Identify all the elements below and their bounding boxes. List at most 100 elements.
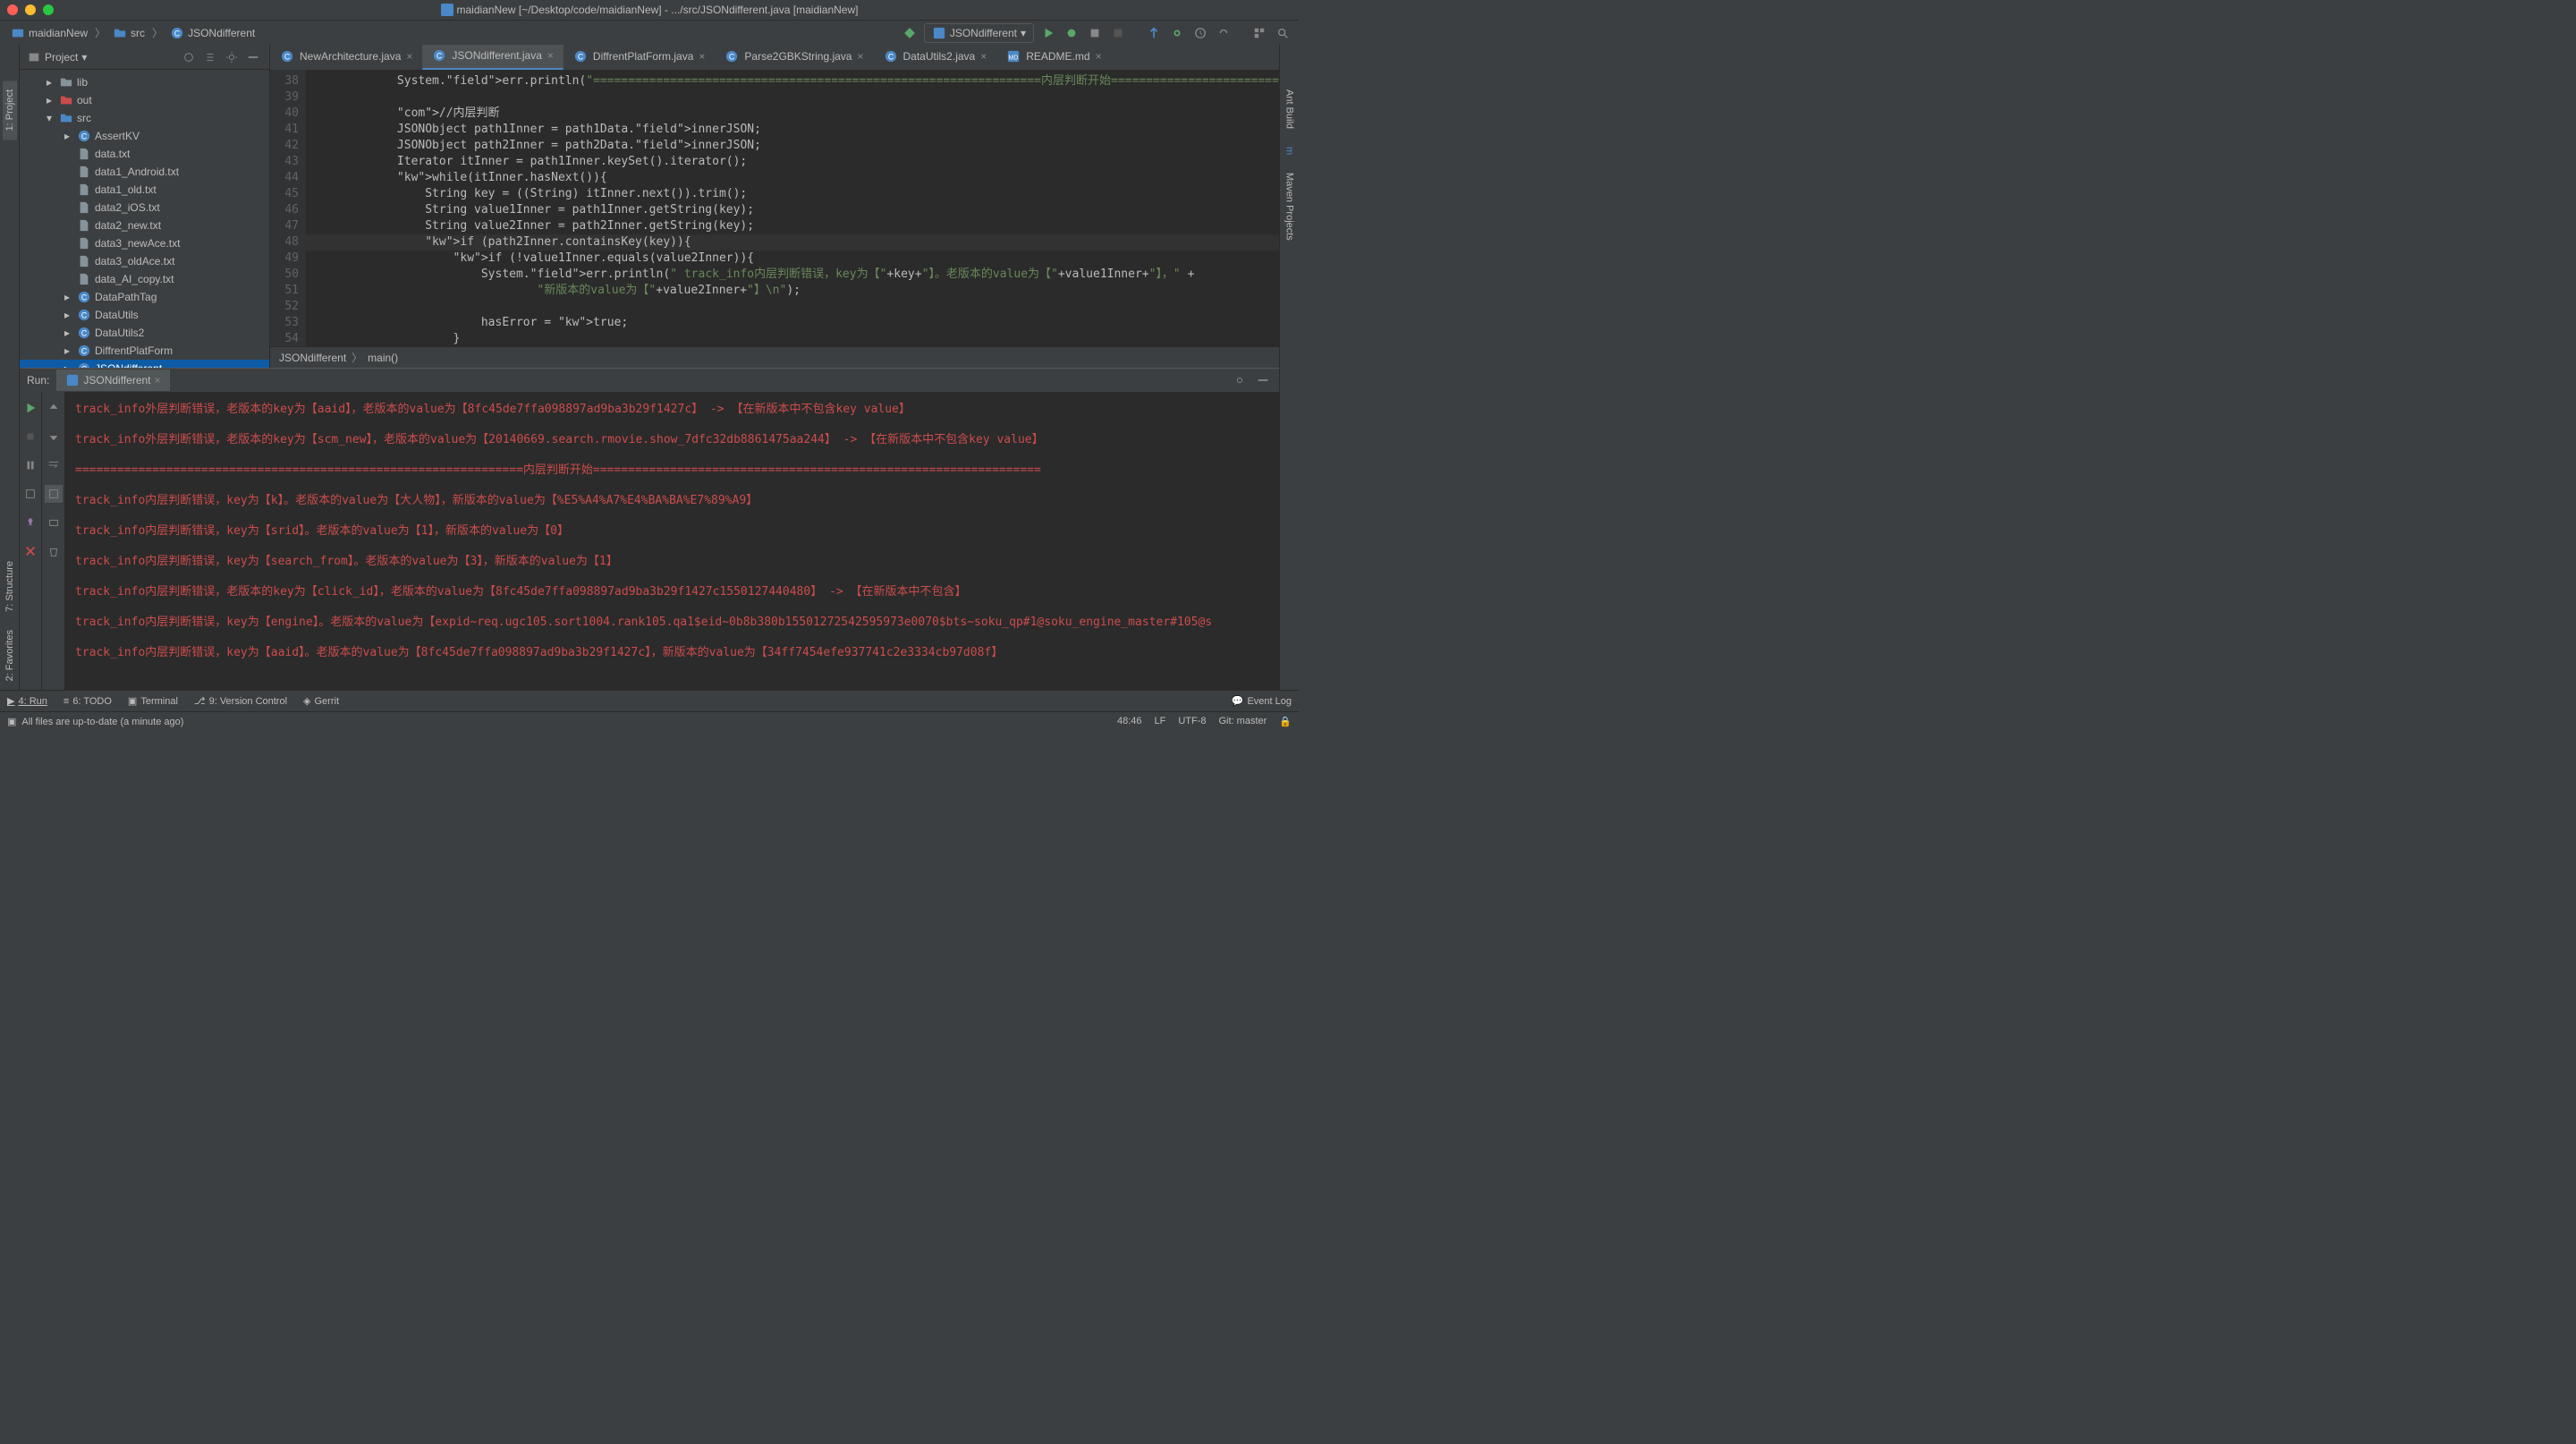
search-icon[interactable] bbox=[1274, 24, 1292, 42]
run-config-selector[interactable]: JSONdifferent ▾ bbox=[924, 23, 1034, 43]
svg-text:C: C bbox=[284, 53, 290, 62]
tree-item-lib[interactable]: ▸lib bbox=[20, 73, 269, 91]
maven-tool-tab[interactable]: m bbox=[1283, 138, 1297, 164]
maximize-window[interactable] bbox=[43, 4, 54, 15]
close-icon[interactable]: × bbox=[155, 374, 161, 386]
file-icon bbox=[77, 218, 91, 233]
down-icon[interactable] bbox=[45, 428, 63, 446]
build-icon[interactable] bbox=[901, 24, 919, 42]
breadcrumb-file[interactable]: C JSONdifferent bbox=[166, 24, 258, 42]
close-icon[interactable] bbox=[21, 542, 39, 560]
module-icon bbox=[11, 26, 25, 40]
close-icon[interactable]: × bbox=[1096, 50, 1102, 63]
tree-item-datautils[interactable]: ▸CDataUtils bbox=[20, 306, 269, 324]
code-editor[interactable]: System."field">err.println("============… bbox=[306, 70, 1279, 346]
breadcrumb-folder[interactable]: src bbox=[109, 24, 148, 42]
tree-item-data-ai-copy-txt[interactable]: data_AI_copy.txt bbox=[20, 270, 269, 288]
rerun-icon[interactable] bbox=[21, 399, 39, 417]
run-tab-bottom[interactable]: ▶4: Run bbox=[7, 695, 47, 707]
lock-icon[interactable]: 🔒 bbox=[1279, 716, 1292, 727]
vcs-commit-icon[interactable] bbox=[1168, 24, 1186, 42]
editor-tab-parse2gbkstring-java[interactable]: CParse2GBKString.java× bbox=[715, 45, 873, 70]
collapse-all-icon[interactable] bbox=[201, 48, 219, 66]
scroll-icon[interactable] bbox=[45, 485, 63, 503]
vcs-update-icon[interactable] bbox=[1145, 24, 1163, 42]
vcs-revert-icon[interactable] bbox=[1215, 24, 1233, 42]
gear-icon[interactable] bbox=[1231, 371, 1249, 389]
class-icon: C bbox=[170, 26, 184, 40]
chevron-down-icon: ▾ bbox=[1021, 27, 1026, 39]
gear-icon[interactable] bbox=[223, 48, 241, 66]
tree-item-data2-ios-txt[interactable]: data2_iOS.txt bbox=[20, 199, 269, 217]
run-tab[interactable]: JSONdifferent × bbox=[56, 369, 169, 391]
stop-button[interactable] bbox=[1109, 24, 1127, 42]
tree-item-data1-android-txt[interactable]: data1_Android.txt bbox=[20, 163, 269, 181]
hide-icon[interactable] bbox=[244, 48, 262, 66]
tree-item-data3-newace-txt[interactable]: data3_newAce.txt bbox=[20, 234, 269, 252]
close-icon[interactable]: × bbox=[857, 50, 863, 63]
scroll-from-source-icon[interactable] bbox=[180, 48, 198, 66]
coverage-button[interactable] bbox=[1086, 24, 1104, 42]
line-separator[interactable]: LF bbox=[1154, 716, 1165, 727]
close-icon[interactable]: × bbox=[406, 50, 412, 63]
minimize-window[interactable] bbox=[25, 4, 36, 15]
close-icon[interactable]: × bbox=[547, 49, 554, 62]
git-branch[interactable]: Git: master bbox=[1219, 716, 1267, 727]
breadcrumb-class[interactable]: JSONdifferent bbox=[279, 352, 346, 364]
editor-tab-readme-md[interactable]: MDREADME.md× bbox=[996, 45, 1111, 70]
trash-icon[interactable] bbox=[45, 542, 63, 560]
event-log-tab[interactable]: 💬Event Log bbox=[1232, 695, 1292, 707]
project-tool-tab[interactable]: 1: Project bbox=[3, 81, 17, 140]
folder-out-icon bbox=[59, 93, 73, 107]
maven-tool-tab-label[interactable]: Maven Projects bbox=[1283, 164, 1297, 250]
close-icon[interactable]: × bbox=[699, 50, 705, 63]
wrap-icon[interactable] bbox=[45, 456, 63, 474]
vcs-tab[interactable]: ⎇9: Version Control bbox=[194, 695, 287, 707]
favorites-tool-tab[interactable]: 2: Favorites bbox=[3, 621, 17, 690]
project-sidebar: Project ▾ ▸lib▸out▾src▸CAssertKVdata.txt… bbox=[20, 45, 270, 368]
hide-icon[interactable] bbox=[1254, 371, 1272, 389]
console-output[interactable]: track_info外层判断错误，老版本的key为【aaid】，老版本的valu… bbox=[64, 392, 1279, 690]
tree-item-src[interactable]: ▾src bbox=[20, 109, 269, 127]
svg-text:MD: MD bbox=[1009, 55, 1019, 62]
file-encoding[interactable]: UTF-8 bbox=[1178, 716, 1206, 727]
tree-item-datapathtag[interactable]: ▸CDataPathTag bbox=[20, 288, 269, 306]
tree-item-data1-old-txt[interactable]: data1_old.txt bbox=[20, 181, 269, 199]
editor-tab-jsondifferent-java[interactable]: CJSONdifferent.java× bbox=[422, 45, 564, 70]
sidebar-title[interactable]: Project ▾ bbox=[27, 50, 87, 64]
pause-icon[interactable] bbox=[21, 456, 39, 474]
bottom-tool-bar: ▶4: Run ≡6: TODO ▣Terminal ⎇9: Version C… bbox=[0, 690, 1299, 711]
run-button[interactable] bbox=[1039, 24, 1057, 42]
debug-button[interactable] bbox=[1063, 24, 1080, 42]
svg-text:C: C bbox=[81, 347, 87, 356]
breadcrumb-project[interactable]: maidianNew bbox=[7, 24, 91, 42]
print-icon[interactable] bbox=[45, 514, 63, 531]
gerrit-tab[interactable]: ◈Gerrit bbox=[303, 695, 339, 707]
terminal-tab[interactable]: ▣Terminal bbox=[128, 695, 178, 707]
tree-item-datautils2[interactable]: ▸CDataUtils2 bbox=[20, 324, 269, 342]
stop-icon[interactable] bbox=[21, 428, 39, 446]
tree-item-data3-oldace-txt[interactable]: data3_oldAce.txt bbox=[20, 252, 269, 270]
tree-item-assertkv[interactable]: ▸CAssertKV bbox=[20, 127, 269, 145]
editor-tab-newarchitecture-java[interactable]: CNewArchitecture.java× bbox=[270, 45, 422, 70]
editor-tab-diffrentplatform-java[interactable]: CDiffrentPlatForm.java× bbox=[564, 45, 716, 70]
ant-build-tool-tab[interactable]: Ant Build bbox=[1283, 81, 1297, 138]
close-window[interactable] bbox=[7, 4, 18, 15]
tree-item-out[interactable]: ▸out bbox=[20, 91, 269, 109]
editor-tab-datautils2-java[interactable]: CDataUtils2.java× bbox=[874, 45, 997, 70]
structure-tool-tab[interactable]: 7: Structure bbox=[3, 552, 17, 621]
todo-tab[interactable]: ≡6: TODO bbox=[64, 696, 112, 707]
breadcrumb-method[interactable]: main() bbox=[368, 352, 398, 364]
editor-breadcrumb: JSONdifferent 〉 main() bbox=[270, 346, 1279, 368]
pin-icon[interactable] bbox=[21, 514, 39, 531]
up-icon[interactable] bbox=[45, 399, 63, 417]
tree-item-jsondifferent[interactable]: ▸CJSONdifferent bbox=[20, 360, 269, 368]
dump-threads-icon[interactable] bbox=[21, 485, 39, 503]
vcs-history-icon[interactable] bbox=[1191, 24, 1209, 42]
tree-item-data2-new-txt[interactable]: data2_new.txt bbox=[20, 217, 269, 234]
status-message: All files are up-to-date (a minute ago) bbox=[21, 717, 183, 727]
close-icon[interactable]: × bbox=[980, 50, 987, 63]
project-structure-icon[interactable] bbox=[1250, 24, 1268, 42]
tree-item-data-txt[interactable]: data.txt bbox=[20, 145, 269, 163]
tree-item-diffrentplatform[interactable]: ▸CDiffrentPlatForm bbox=[20, 342, 269, 360]
